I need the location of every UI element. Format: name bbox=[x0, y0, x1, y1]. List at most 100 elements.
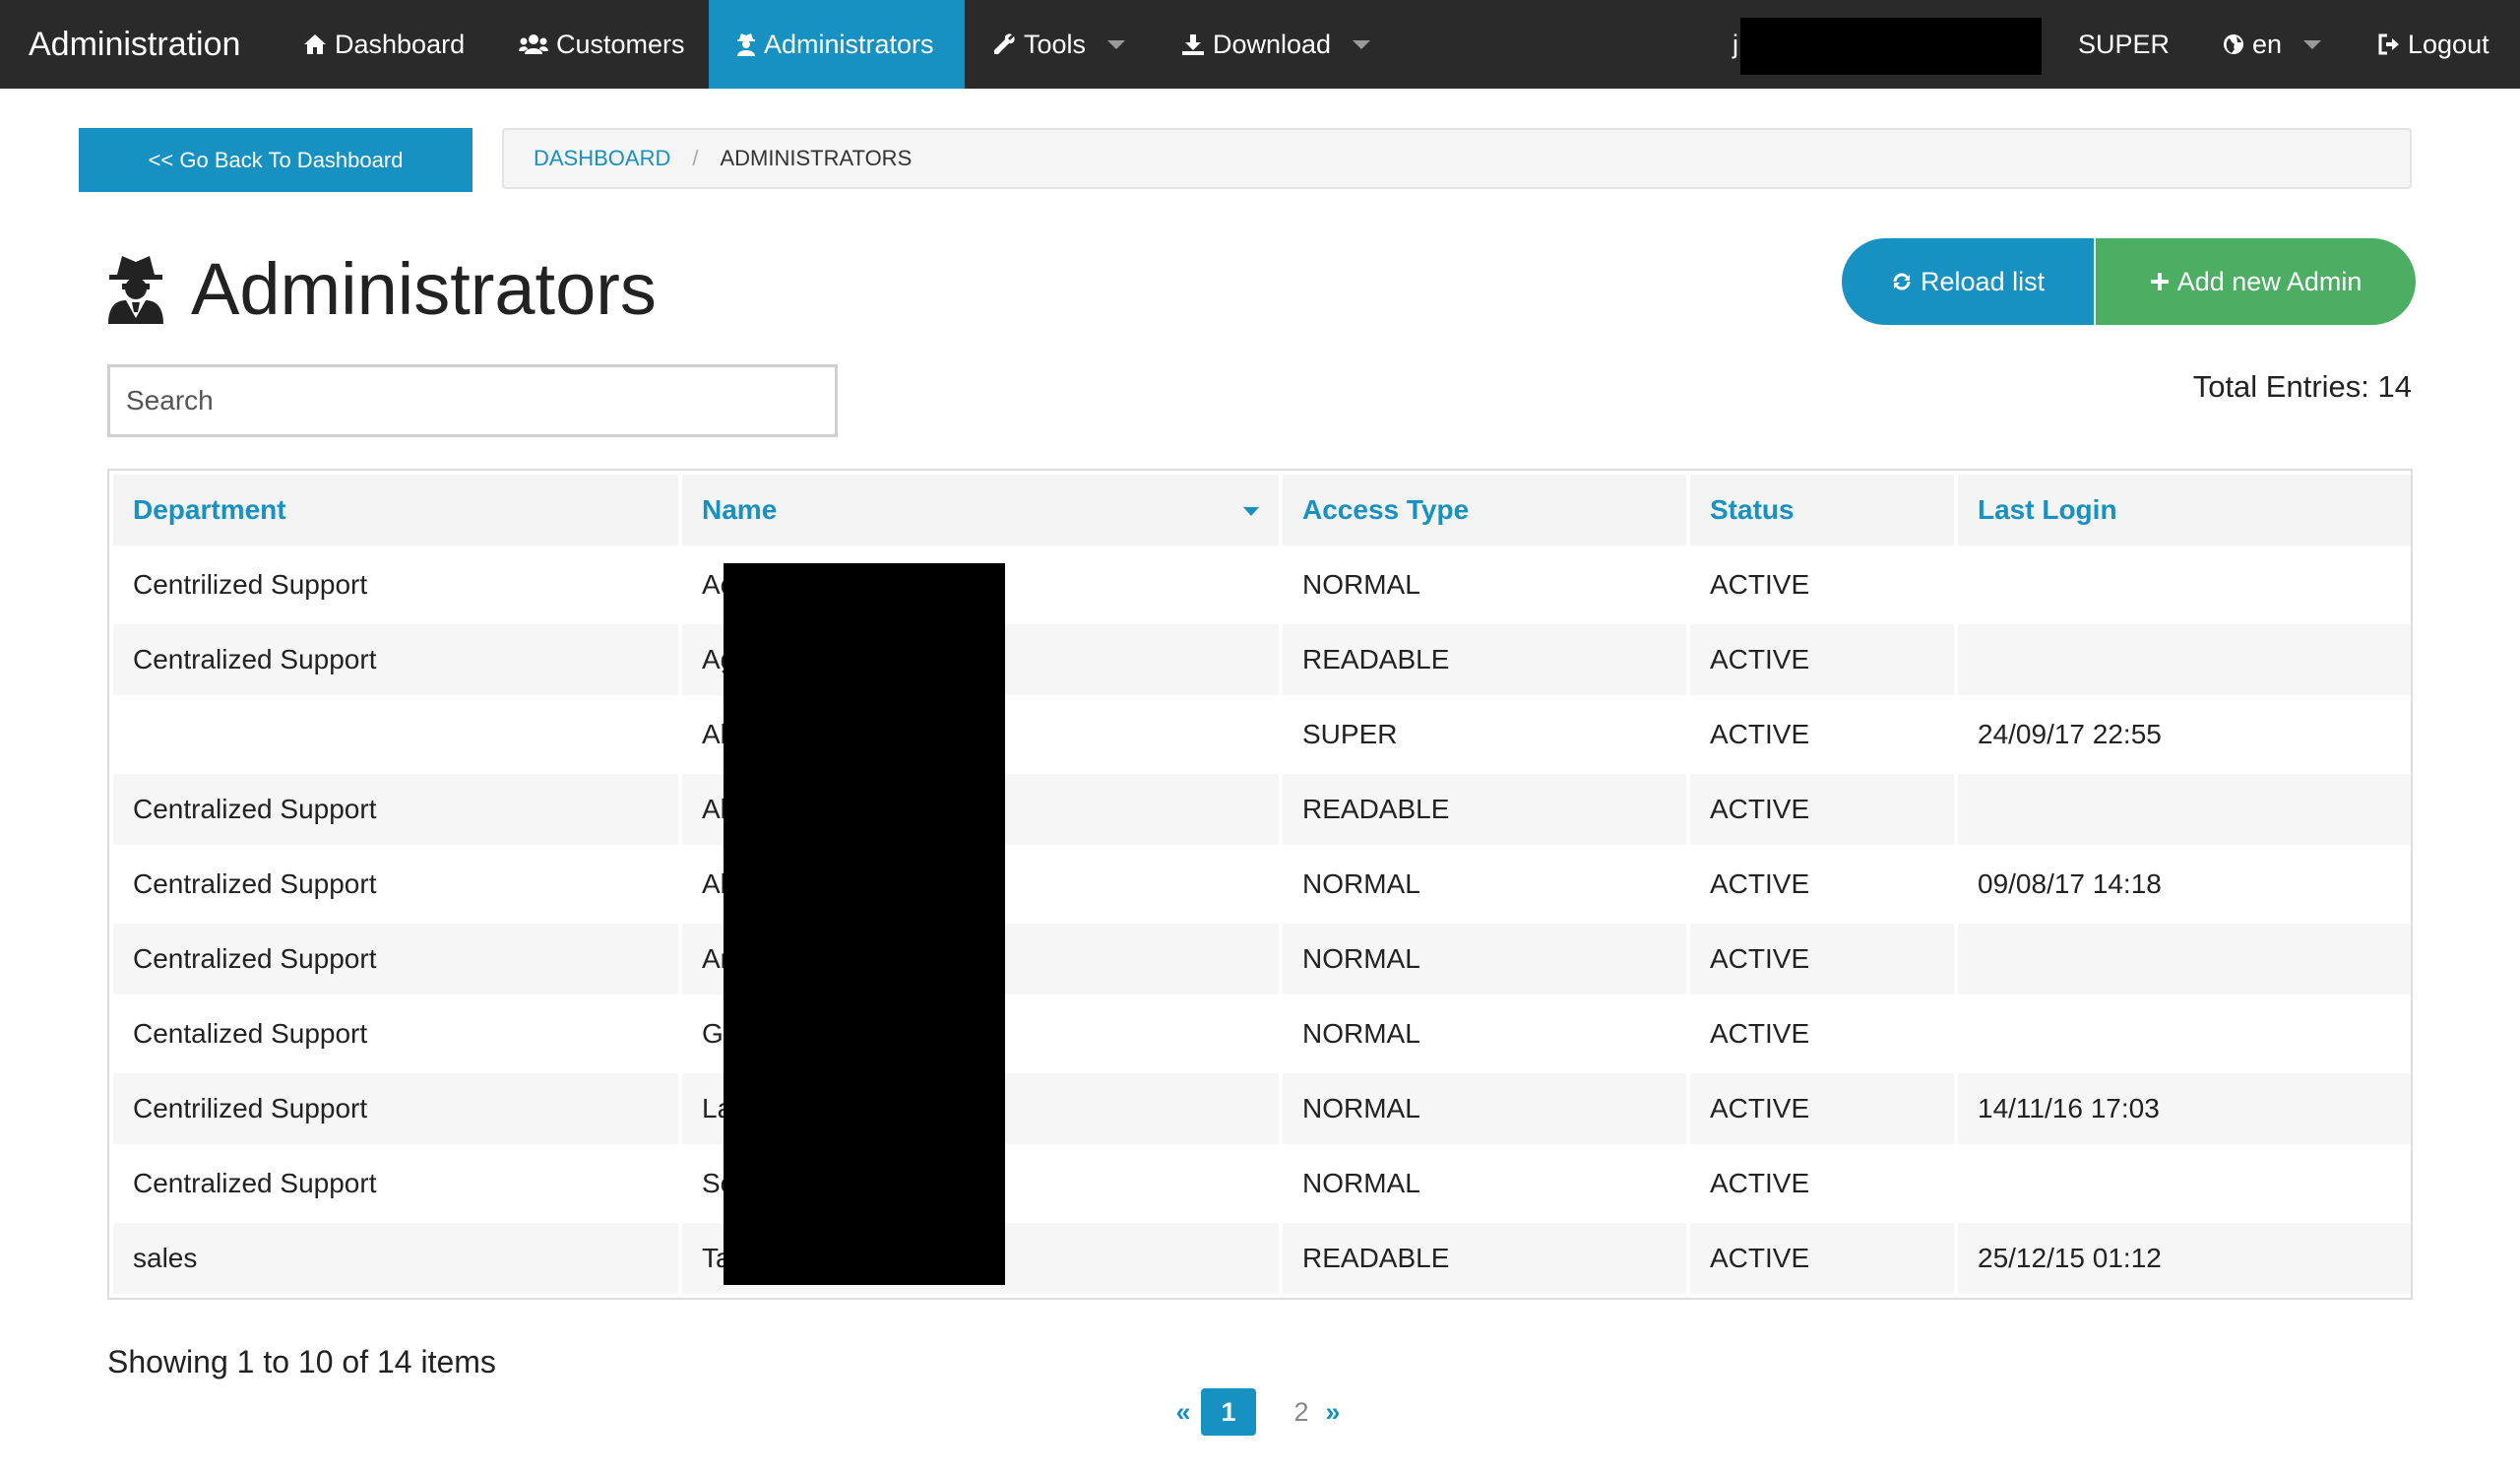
logout-link[interactable]: Logout bbox=[2378, 0, 2489, 89]
reload-list-label: Reload list bbox=[1921, 266, 2046, 296]
cell-status: ACTIVE bbox=[1690, 1073, 1954, 1144]
cell-department: Centrilized Support bbox=[113, 549, 678, 620]
column-header-last-login[interactable]: Last Login bbox=[1958, 475, 2411, 545]
nav-item-download[interactable]: Download bbox=[1181, 0, 1371, 89]
administrators-table: Department Name Access Type Status Last … bbox=[107, 469, 2413, 1300]
breadcrumb-current: ADMINISTRATORS bbox=[720, 146, 913, 170]
cell-access-type: NORMAL bbox=[1283, 924, 1686, 994]
table-header-row: Department Name Access Type Status Last … bbox=[113, 475, 2411, 545]
redaction-box bbox=[1740, 18, 2042, 75]
plus-icon bbox=[2150, 272, 2170, 291]
home-icon bbox=[303, 33, 327, 55]
cell-access-type: READABLE bbox=[1283, 1223, 1686, 1294]
column-header-access-type[interactable]: Access Type bbox=[1283, 475, 1686, 545]
total-entries: Total Entries: 14 bbox=[2192, 369, 2412, 404]
cell-last-login bbox=[1958, 624, 2411, 695]
users-icon bbox=[519, 32, 548, 56]
table-row[interactable]: Centralized Support Se NORMAL ACTIVE bbox=[113, 1148, 2411, 1219]
language-dropdown[interactable]: en bbox=[2223, 0, 2322, 89]
page-title: Administrators bbox=[191, 247, 657, 330]
nav-item-tools[interactable]: Tools bbox=[992, 0, 1126, 89]
cell-last-login bbox=[1958, 998, 2411, 1069]
cell-access-type: READABLE bbox=[1283, 774, 1686, 845]
table-row[interactable]: Centalized Support G NORMAL ACTIVE bbox=[113, 998, 2411, 1069]
top-navbar: Administration Dashboard Customers Admin… bbox=[0, 0, 2520, 89]
nav-item-dashboard[interactable]: Dashboard bbox=[303, 0, 465, 89]
user-secret-icon bbox=[106, 253, 165, 324]
pagination-page-2[interactable]: 2 bbox=[1282, 1397, 1321, 1428]
column-header-status[interactable]: Status bbox=[1690, 475, 1954, 545]
user-secret-icon bbox=[736, 32, 756, 56]
wrench-icon bbox=[992, 32, 1016, 56]
logout-label: Logout bbox=[2408, 29, 2489, 59]
nav-item-label: Administrators bbox=[764, 29, 934, 59]
chevron-down-icon bbox=[1107, 39, 1126, 49]
nav-item-label: Customers bbox=[556, 29, 685, 59]
nav-item-administrators[interactable]: Administrators bbox=[709, 0, 965, 89]
nav-item-label: Dashboard bbox=[335, 29, 466, 59]
page-header: Administrators bbox=[106, 244, 657, 333]
role-label: SUPER bbox=[2078, 29, 2171, 59]
sign-out-icon bbox=[2378, 33, 2400, 55]
cell-access-type: SUPER bbox=[1283, 699, 1686, 770]
cell-last-login bbox=[1958, 1148, 2411, 1219]
cell-status: ACTIVE bbox=[1690, 1148, 1954, 1219]
cell-last-login bbox=[1958, 549, 2411, 620]
cell-access-type: NORMAL bbox=[1283, 849, 1686, 920]
globe-icon bbox=[2223, 33, 2244, 55]
add-new-admin-label: Add new Admin bbox=[2176, 266, 2362, 296]
table-row[interactable]: sales Ta READABLE ACTIVE 25/12/15 01:12 bbox=[113, 1223, 2411, 1294]
pagination-next[interactable]: » bbox=[1321, 1397, 1345, 1428]
cell-department: Centralized Support bbox=[113, 924, 678, 994]
column-header-department[interactable]: Department bbox=[113, 475, 678, 545]
nav-item-label: Download bbox=[1213, 29, 1332, 59]
chevron-down-icon bbox=[2303, 39, 2322, 49]
table-row[interactable]: Centralized Support Ar NORMAL ACTIVE bbox=[113, 924, 2411, 994]
chevron-down-icon bbox=[1353, 39, 1371, 49]
breadcrumb-dashboard-link[interactable]: DASHBOARD bbox=[534, 146, 670, 171]
table-row[interactable]: Centralized Support Al NORMAL ACTIVE 09/… bbox=[113, 849, 2411, 920]
table-row[interactable]: Al SUPER ACTIVE 24/09/17 22:55 bbox=[113, 699, 2411, 770]
cell-department: Centralized Support bbox=[113, 849, 678, 920]
redaction-box bbox=[724, 563, 1005, 1285]
pagination-prev[interactable]: « bbox=[1171, 1397, 1195, 1428]
cell-status: ACTIVE bbox=[1690, 924, 1954, 994]
cell-last-login: 09/08/17 14:18 bbox=[1958, 849, 2411, 920]
cell-last-login: 24/09/17 22:55 bbox=[1958, 699, 2411, 770]
user-name[interactable]: j bbox=[1732, 0, 1738, 89]
cell-status: ACTIVE bbox=[1690, 998, 1954, 1069]
table-row[interactable]: Centrilized Support Ac NORMAL ACTIVE bbox=[113, 549, 2411, 620]
cell-last-login: 25/12/15 01:12 bbox=[1958, 1223, 2411, 1294]
pagination-page-1[interactable]: 1 bbox=[1201, 1388, 1256, 1436]
cell-last-login bbox=[1958, 774, 2411, 845]
column-header-name[interactable]: Name bbox=[682, 475, 1279, 545]
table-row[interactable]: Centrilized Support La NORMAL ACTIVE 14/… bbox=[113, 1073, 2411, 1144]
cell-access-type: READABLE bbox=[1283, 624, 1686, 695]
search-input[interactable] bbox=[107, 364, 838, 437]
brand-link[interactable]: Administration bbox=[29, 0, 240, 89]
cell-access-type: NORMAL bbox=[1283, 1073, 1686, 1144]
cell-department: Centralized Support bbox=[113, 1148, 678, 1219]
refresh-icon bbox=[1891, 271, 1913, 292]
nav-item-customers[interactable]: Customers bbox=[519, 0, 685, 89]
nav-item-label: Tools bbox=[1024, 29, 1087, 59]
cell-last-login: 14/11/16 17:03 bbox=[1958, 1073, 2411, 1144]
cell-department: sales bbox=[113, 1223, 678, 1294]
cell-status: ACTIVE bbox=[1690, 1223, 1954, 1294]
cell-department: Centralized Support bbox=[113, 624, 678, 695]
cell-status: ACTIVE bbox=[1690, 624, 1954, 695]
cell-access-type: NORMAL bbox=[1283, 1148, 1686, 1219]
add-new-admin-button[interactable]: Add new Admin bbox=[2096, 238, 2416, 325]
go-back-button[interactable]: << Go Back To Dashboard bbox=[79, 128, 472, 192]
cell-access-type: NORMAL bbox=[1283, 549, 1686, 620]
table-row[interactable]: Centralized Support Al READABLE ACTIVE bbox=[113, 774, 2411, 845]
reload-list-button[interactable]: Reload list bbox=[1842, 238, 2095, 325]
showing-items-text: Showing 1 to 10 of 14 items bbox=[107, 1344, 496, 1379]
cell-department: Centrilized Support bbox=[113, 1073, 678, 1144]
language-label: en bbox=[2252, 29, 2283, 59]
cell-status: ACTIVE bbox=[1690, 699, 1954, 770]
table-row[interactable]: Centralized Support Ag READABLE ACTIVE bbox=[113, 624, 2411, 695]
column-header-label: Name bbox=[702, 494, 778, 525]
breadcrumb-separator: / bbox=[692, 146, 699, 170]
pagination: « 1 2 » bbox=[1171, 1388, 1345, 1436]
